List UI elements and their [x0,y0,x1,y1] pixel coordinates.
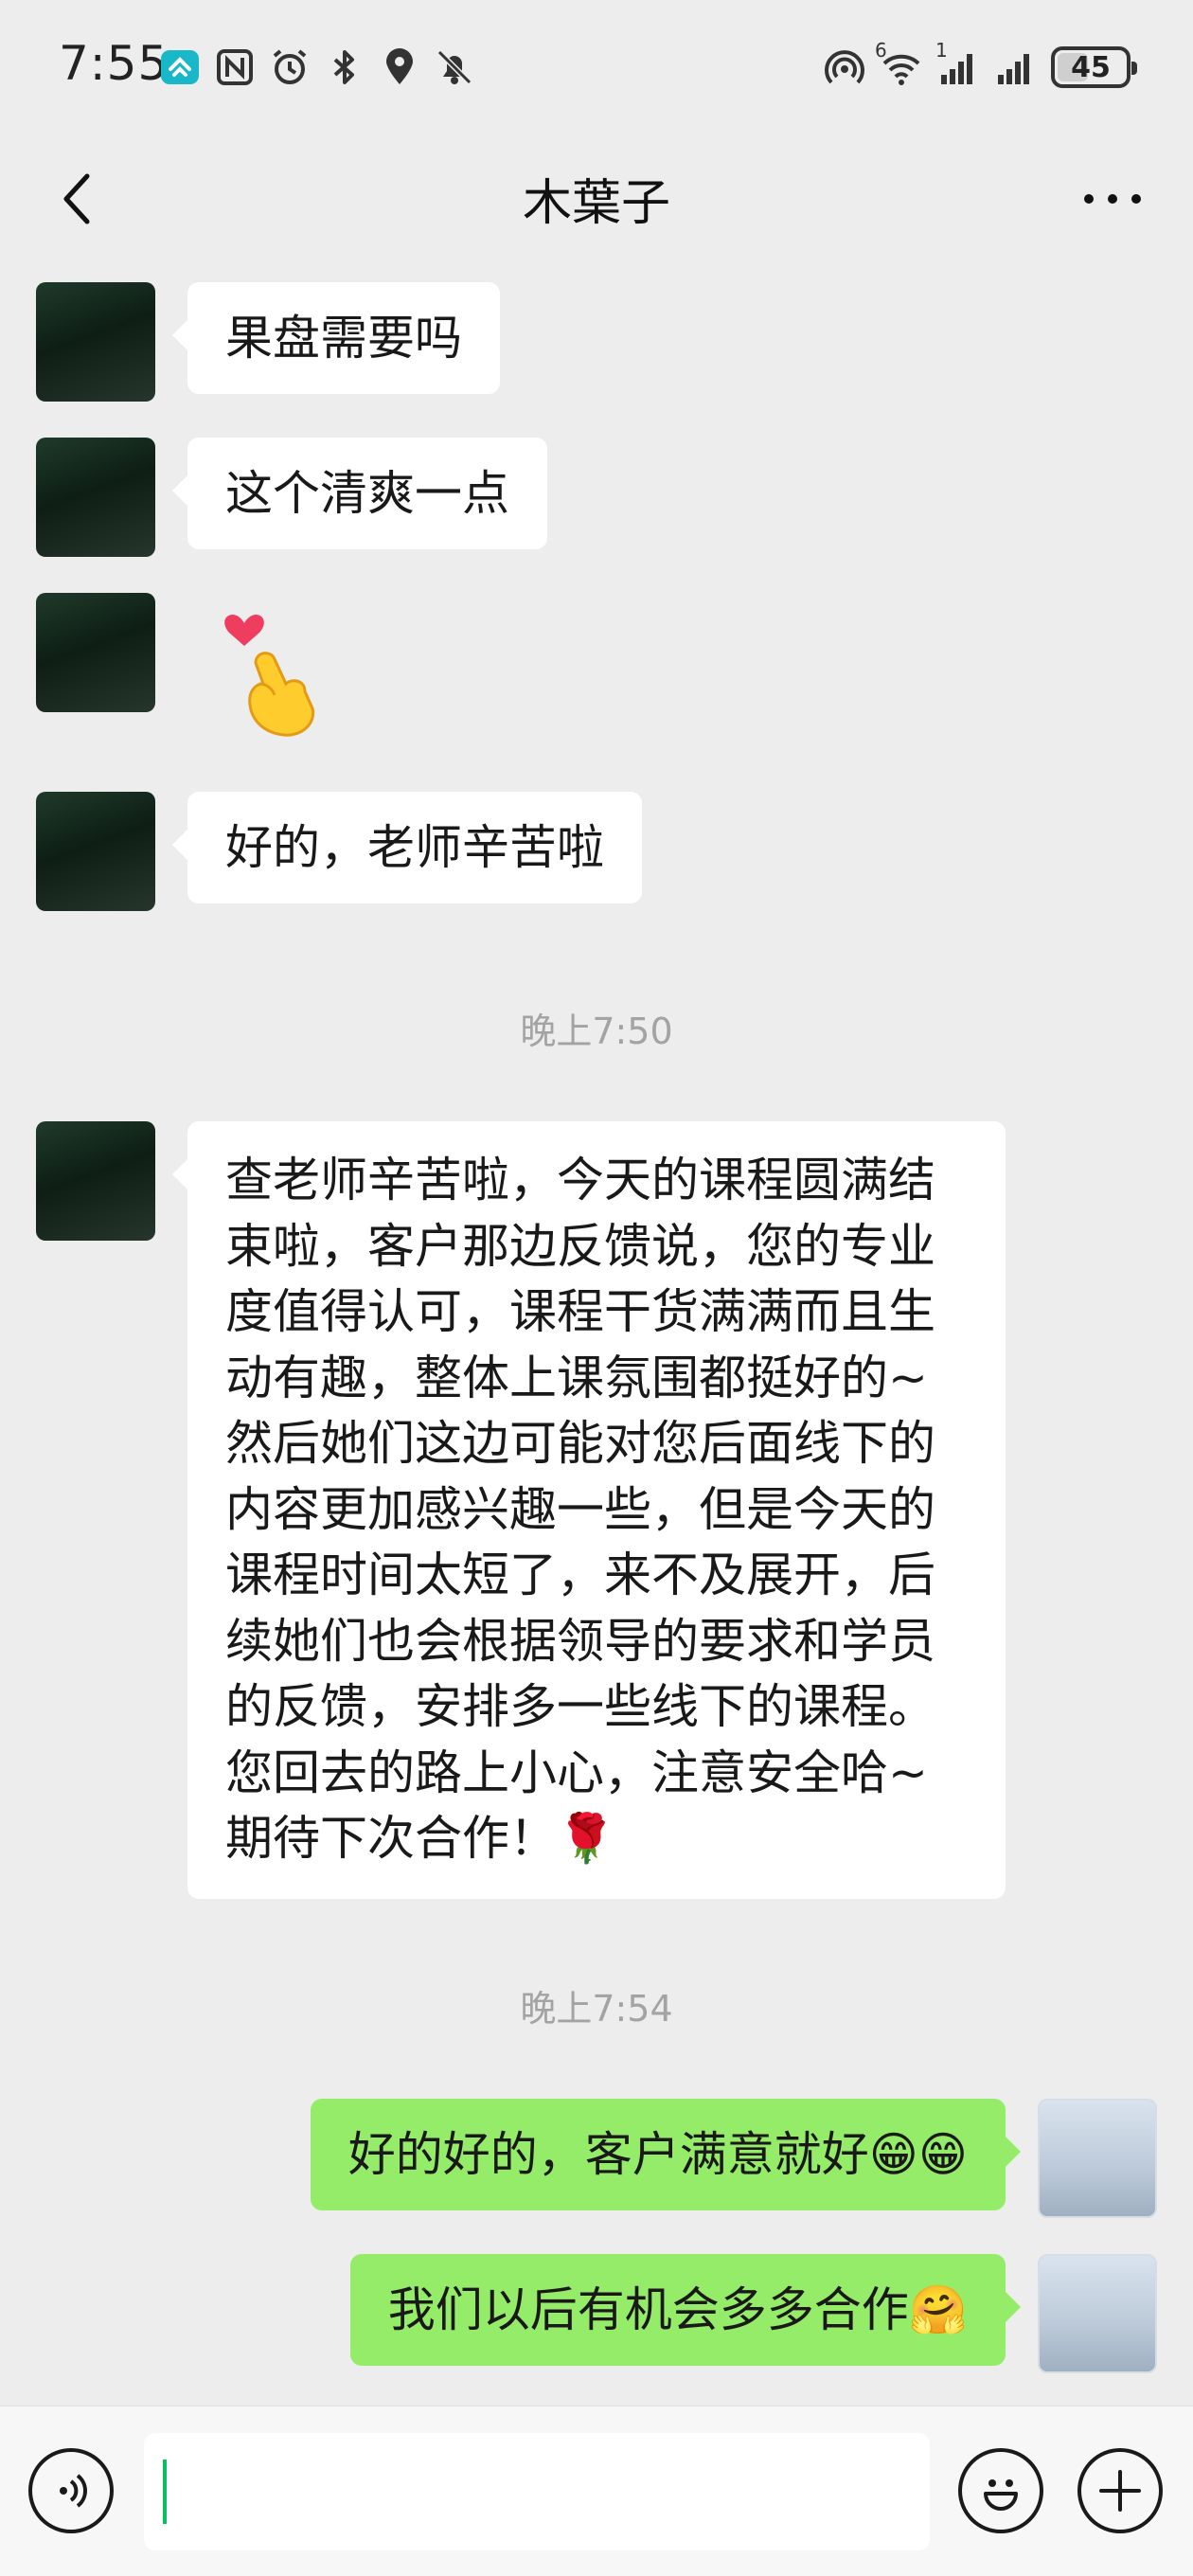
voice-icon [60,2474,87,2508]
message-bubble[interactable]: 好的，老师辛苦啦 [172,792,642,903]
message-bubble-long[interactable]: 查老师辛苦啦，今天的课程圆满结 束啦，客户那边反馈说，您的专业 度值得认可，课程… [172,1121,1006,1899]
more-dots-icon [1084,194,1141,204]
nfc-icon [214,46,256,88]
plus-button[interactable] [1077,2448,1163,2533]
mute-bell-icon [434,46,475,88]
timestamp: 晚上7:50 [520,1011,673,1052]
bluetooth-icon [324,46,365,88]
chat-area[interactable]: 果盘需要吗 这个清爽一点 好的，老师辛苦啦 晚上7:50 查老师辛苦啦，今天的课… [0,265,1193,2406]
app-badge-icon [159,46,201,88]
voice-button[interactable] [28,2448,114,2533]
message-line: 课程时间太短了，来不及展开，后 [225,1547,935,1602]
status-icons-left [159,45,475,89]
plus-icon [1099,2470,1141,2512]
message-line: 期待下次合作！🌹 [225,1811,616,1866]
nav-bar: 木葉子 [0,133,1193,265]
chat-title: 木葉子 [522,175,670,232]
message-bubble-sent[interactable]: 好的好的，客户满意就好😁😁 [310,2099,1022,2210]
message-bubble[interactable]: 这个清爽一点 [172,438,547,549]
message-line: 然后她们这边可能对您后面线下的 [225,1416,935,1471]
contact-avatar[interactable] [36,438,155,557]
battery-level: 45 [1071,50,1111,84]
cell-signal-2-icon [994,46,1036,88]
emoji-icon [984,2479,1018,2511]
emoji-button[interactable] [958,2448,1043,2533]
hotspot-icon [824,46,865,88]
signal-superscript: 1 [935,39,948,62]
alarm-icon [269,46,311,88]
message-line: 动有趣，整体上课氛围都挺好的~ [225,1350,928,1405]
contact-avatar[interactable] [36,282,155,402]
message-bubble-sent[interactable]: 我们以后有机会多多合作🤗 [349,2254,1022,2366]
status-bar: 7:55 6 1 45 [0,0,1193,133]
status-icons-right: 6 1 45 [824,39,1137,93]
message-line: 束啦，客户那边反馈说，您的专业 [225,1218,935,1274]
self-avatar[interactable] [1038,2099,1157,2218]
text-caret [163,2460,167,2524]
message-line: 的反馈，安排多一些线下的课程。 [225,1679,935,1734]
message-line: 查老师辛苦啦，今天的课程圆满结 [225,1153,935,1208]
timestamp: 晚上7:54 [520,1988,673,2030]
wifi-superscript: 6 [875,39,887,62]
message-line: 度值得认可，课程干货满满而且生 [225,1284,935,1339]
input-bar [0,2406,1193,2576]
contact-avatar[interactable] [36,1121,155,1241]
heart-finger-emoji[interactable] [218,597,331,739]
message-input[interactable] [144,2433,930,2550]
status-time: 7:55 [59,36,169,91]
location-icon [379,46,420,88]
battery-icon: 45 [1051,46,1137,88]
cell-signal-1-icon: 1 [935,39,979,88]
self-avatar[interactable] [1038,2254,1157,2373]
message-line: 内容更加感兴趣一些，但是今天的 [225,1481,935,1537]
message-bubble[interactable]: 果盘需要吗 [172,282,500,394]
message-line: 续她们也会根据领导的要求和学员 [225,1613,935,1669]
wifi-icon: 6 [875,39,922,88]
contact-avatar[interactable] [36,792,155,911]
contact-avatar[interactable] [36,593,155,712]
more-button[interactable] [1070,161,1155,237]
message-line: 您回去的路上小心，注意安全哈~ [225,1744,928,1800]
